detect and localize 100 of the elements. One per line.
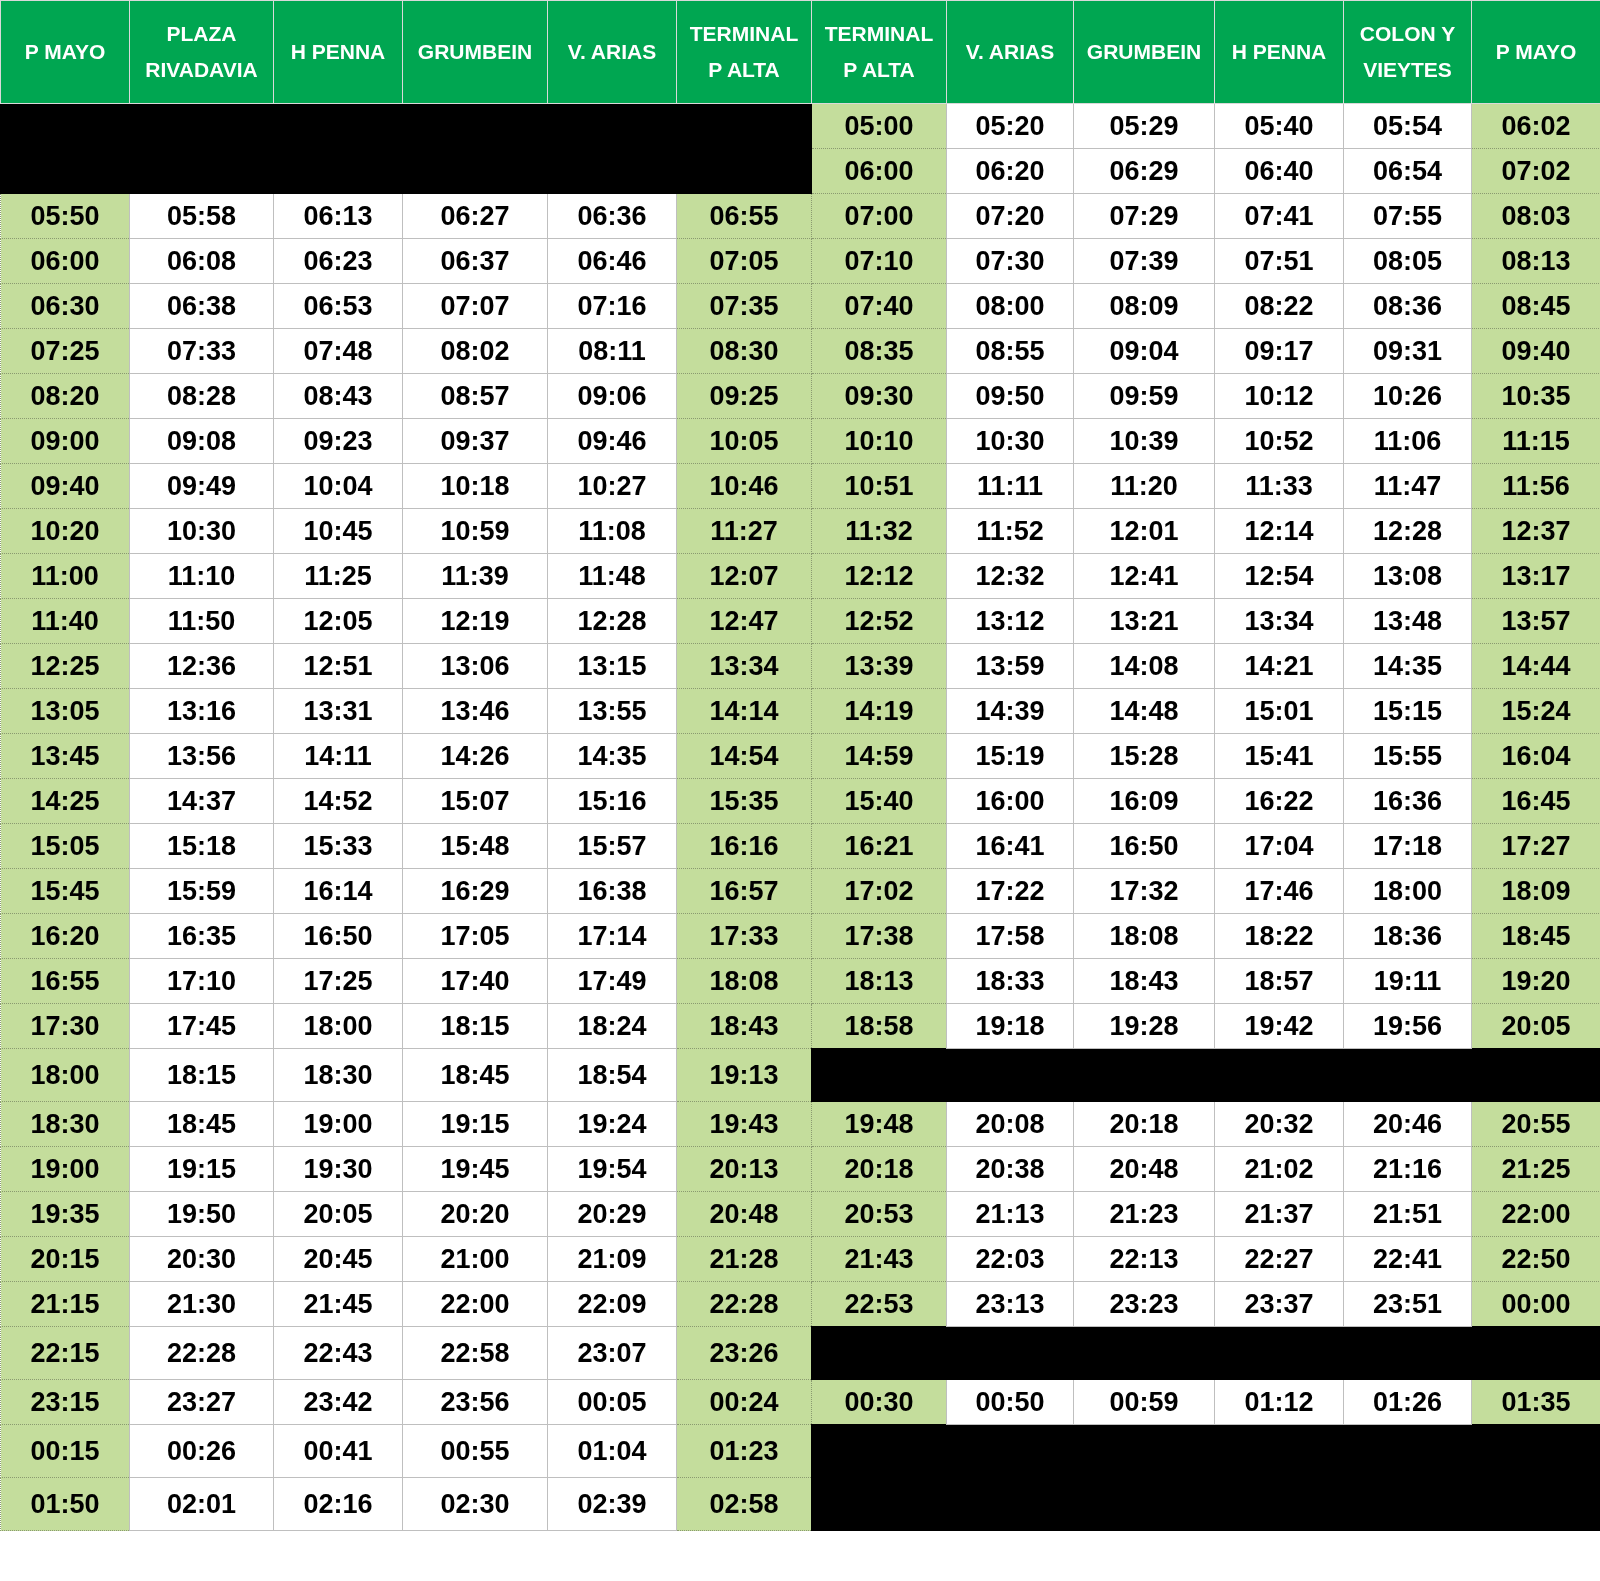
time-cell: 12:47	[676, 598, 812, 644]
time-cell: 00:55	[402, 1424, 548, 1478]
time-cell: 19:00	[273, 1101, 403, 1147]
time-cell: 00:00	[1471, 1281, 1600, 1327]
time-cell: 23:15	[0, 1379, 130, 1425]
time-cell: 05:50	[0, 193, 130, 239]
time-cell: 11:52	[946, 508, 1074, 554]
time-cell: 12:28	[1343, 508, 1472, 554]
time-cell: 06:29	[1073, 148, 1215, 194]
time-cell: 14:35	[547, 733, 677, 779]
time-cell: 20:53	[811, 1191, 947, 1237]
time-cell: 01:04	[547, 1424, 677, 1478]
time-cell: 15:41	[1214, 733, 1344, 779]
time-cell: 20:15	[0, 1236, 130, 1282]
time-cell: 16:09	[1073, 778, 1215, 824]
time-cell: 19:54	[547, 1146, 677, 1192]
time-cell: 13:17	[1471, 553, 1600, 599]
time-cell: 14:11	[273, 733, 403, 779]
time-cell: 21:02	[1214, 1146, 1344, 1192]
column-header: H PENNA	[1214, 0, 1344, 104]
time-cell: 17:46	[1214, 868, 1344, 914]
time-cell: 17:32	[1073, 868, 1215, 914]
time-cell: 02:01	[129, 1477, 274, 1531]
time-cell: 11:50	[129, 598, 274, 644]
time-cell: 09:04	[1073, 328, 1215, 374]
time-cell: 06:02	[1471, 103, 1600, 149]
time-cell: 10:12	[1214, 373, 1344, 419]
time-cell: 06:20	[946, 148, 1074, 194]
time-cell: 11:11	[946, 463, 1074, 509]
time-cell: 22:09	[547, 1281, 677, 1327]
column-header: H PENNA	[273, 0, 403, 104]
time-cell: 16:35	[129, 913, 274, 959]
time-cell: 18:30	[0, 1101, 130, 1147]
time-cell: 07:39	[1073, 238, 1215, 284]
time-cell: 08:11	[547, 328, 677, 374]
time-cell: 13:16	[129, 688, 274, 734]
time-cell: 10:51	[811, 463, 947, 509]
time-cell: 08:36	[1343, 283, 1472, 329]
time-cell: 13:15	[547, 643, 677, 689]
time-cell: 14:44	[1471, 643, 1600, 689]
time-cell: 17:25	[273, 958, 403, 1004]
time-cell: 19:35	[0, 1191, 130, 1237]
time-cell: 00:15	[0, 1424, 130, 1478]
time-cell: 20:48	[676, 1191, 812, 1237]
time-cell: 19:11	[1343, 958, 1472, 1004]
time-cell: 15:19	[946, 733, 1074, 779]
time-cell: 17:38	[811, 913, 947, 959]
time-cell: 16:57	[676, 868, 812, 914]
time-cell: 07:20	[946, 193, 1074, 239]
time-cell: 07:00	[811, 193, 947, 239]
time-cell: 00:41	[273, 1424, 403, 1478]
time-cell: 17:58	[946, 913, 1074, 959]
time-cell: 09:46	[547, 418, 677, 464]
time-cell: 12:25	[0, 643, 130, 689]
time-cell: 18:00	[0, 1048, 130, 1102]
time-cell: 16:55	[0, 958, 130, 1004]
time-cell: 07:07	[402, 283, 548, 329]
time-cell: 00:05	[547, 1379, 677, 1425]
time-cell: 00:59	[1073, 1379, 1215, 1425]
time-cell: 17:14	[547, 913, 677, 959]
time-cell: 19:24	[547, 1101, 677, 1147]
time-cell: 18:15	[402, 1003, 548, 1049]
time-cell: 21:51	[1343, 1191, 1472, 1237]
time-cell: 17:02	[811, 868, 947, 914]
time-cell: 10:27	[547, 463, 677, 509]
time-cell: 16:50	[273, 913, 403, 959]
time-cell: 15:45	[0, 868, 130, 914]
time-cell: 15:15	[1343, 688, 1472, 734]
time-cell: 20:55	[1471, 1101, 1600, 1147]
time-cell: 14:52	[273, 778, 403, 824]
time-cell: 14:54	[676, 733, 812, 779]
column-header: P MAYO	[1471, 0, 1600, 104]
time-cell: 12:41	[1073, 553, 1215, 599]
time-cell: 11:08	[547, 508, 677, 554]
column-header: P MAYO	[0, 0, 130, 104]
time-cell: 15:16	[547, 778, 677, 824]
time-cell: 23:51	[1343, 1281, 1472, 1327]
time-cell: 10:04	[273, 463, 403, 509]
time-cell: 18:45	[402, 1048, 548, 1102]
time-cell: 10:59	[402, 508, 548, 554]
time-cell: 05:54	[1343, 103, 1472, 149]
time-cell: 06:36	[547, 193, 677, 239]
time-cell: 15:07	[402, 778, 548, 824]
time-cell: 08:05	[1343, 238, 1472, 284]
time-cell: 13:59	[946, 643, 1074, 689]
time-cell: 07:29	[1073, 193, 1215, 239]
time-cell: 16:04	[1471, 733, 1600, 779]
time-cell: 15:35	[676, 778, 812, 824]
time-cell: 00:26	[129, 1424, 274, 1478]
time-cell: 21:00	[402, 1236, 548, 1282]
time-cell: 07:55	[1343, 193, 1472, 239]
time-cell: 14:37	[129, 778, 274, 824]
time-cell: 17:49	[547, 958, 677, 1004]
time-cell: 21:28	[676, 1236, 812, 1282]
time-cell: 18:09	[1471, 868, 1600, 914]
time-cell: 10:10	[811, 418, 947, 464]
time-cell: 07:48	[273, 328, 403, 374]
time-cell: 18:36	[1343, 913, 1472, 959]
time-cell: 22:00	[402, 1281, 548, 1327]
time-cell: 09:37	[402, 418, 548, 464]
